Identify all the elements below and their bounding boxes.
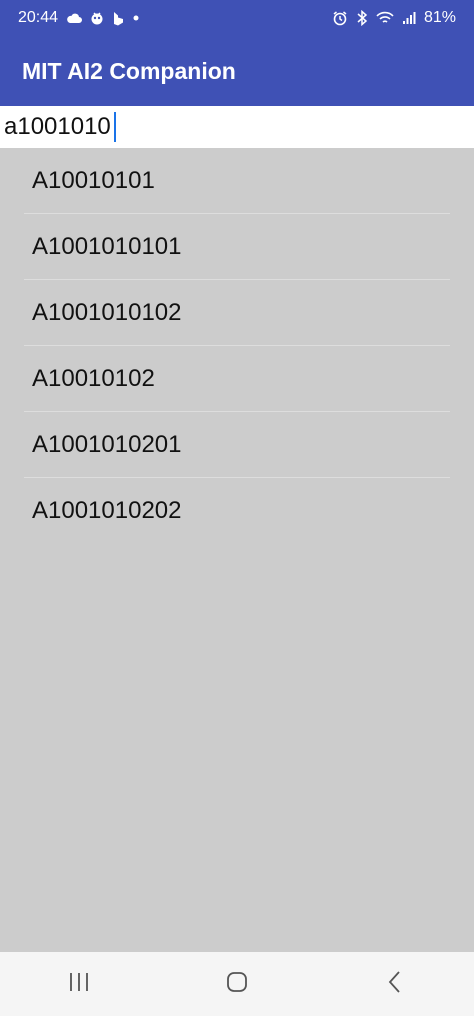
list-item[interactable]: A1001010201 <box>24 412 450 478</box>
list-item[interactable]: A1001010101 <box>24 214 450 280</box>
text-cursor <box>114 112 116 142</box>
list-item[interactable]: A10010102 <box>24 346 450 412</box>
list-item-label: A1001010202 <box>32 497 182 524</box>
back-button[interactable] <box>365 959 425 1009</box>
search-row <box>0 106 474 148</box>
signal-icon <box>402 11 416 25</box>
battery-level: 81% <box>423 9 456 26</box>
list-item-label: A1001010102 <box>32 298 182 326</box>
status-left: 20:44 <box>18 9 140 27</box>
navigation-bar <box>0 952 474 1016</box>
recent-apps-button[interactable] <box>49 959 109 1009</box>
cloud-icon <box>66 12 83 24</box>
wifi-icon <box>376 11 394 25</box>
bluetooth-icon <box>356 10 368 26</box>
bing-icon <box>112 11 124 26</box>
home-button[interactable] <box>207 959 267 1009</box>
list-item-label: A10010101 <box>32 166 155 194</box>
app-bar: MIT AI2 Companion <box>0 36 474 106</box>
status-bar: 20:44 81% <box>0 0 474 36</box>
recent-apps-icon <box>67 971 91 998</box>
search-input[interactable] <box>0 107 114 147</box>
back-icon <box>387 970 403 999</box>
list-item-label: A1001010201 <box>32 430 182 458</box>
results-list: A10010101 A1001010101 A1001010102 A10010… <box>0 148 474 544</box>
app-title: MIT AI2 Companion <box>22 57 236 84</box>
home-icon <box>225 970 249 999</box>
list-item-label: A10010102 <box>32 364 155 392</box>
list-item[interactable]: A1001010102 <box>24 280 450 346</box>
alarm-icon <box>332 10 348 26</box>
list-item[interactable]: A1001010202 <box>24 478 450 544</box>
list-item[interactable]: A10010101 <box>24 148 450 214</box>
list-item-label: A1001010101 <box>32 232 182 260</box>
duolingo-icon <box>90 10 104 26</box>
status-time: 20:44 <box>18 9 59 26</box>
dot-icon <box>132 14 140 22</box>
status-right: 81% <box>332 9 456 27</box>
